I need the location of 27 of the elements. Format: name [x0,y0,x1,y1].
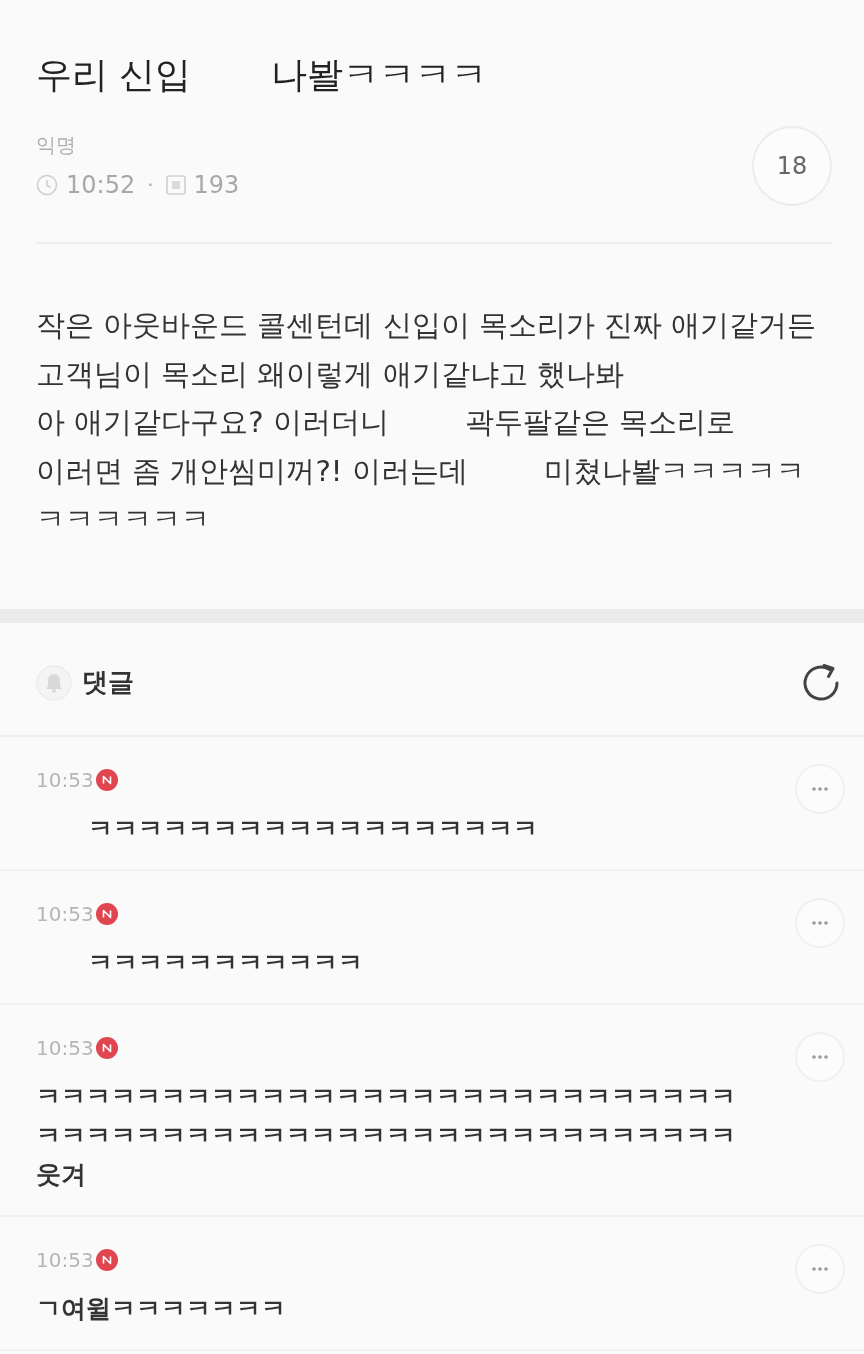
post-body: 작은 아웃바운드 콜센턴데 신입이 목소리가 진짜 애기같거든 고객님이 목소리 왜이렇게 애기같냐고 했나봐 아 애기같다구요? 이러더니 곽두팔같은 목소리로 이러면 좀 개안씸미꺼?! 이러는데 미쳤나봘ㅋㅋㅋㅋㅋ ㅋㅋㅋㅋㅋㅋ [36,307,817,538]
more-button[interactable] [795,897,845,948]
comment-time: 10:53 [36,766,94,794]
more-icon [812,1054,828,1059]
comment-time: 10:53 [36,1246,94,1274]
more-icon [812,786,828,791]
comment-text: ㄱ여윌ㅋㅋㅋㅋㅋㅋㅋ [36,1292,286,1325]
document-icon [165,175,186,195]
more-button[interactable] [795,763,845,814]
separator-dot: · [147,172,154,199]
comment-text: ㅋㅋㅋㅋㅋㅋㅋㅋㅋㅋㅋ [88,946,363,979]
comments-heading: 댓글 [82,666,134,699]
comment-time: 10:53 [36,900,94,928]
comment-text: ㅋㅋㅋㅋㅋㅋㅋㅋㅋㅋㅋㅋㅋㅋㅋㅋㅋㅋ [88,812,538,845]
post-time: 10:52 [66,170,136,201]
more-icon [812,920,828,925]
clock-icon [36,174,58,196]
more-icon [812,1266,828,1271]
more-button[interactable] [795,1243,845,1294]
comment-time: 10:53 [36,1034,94,1062]
comment-text: ㅋㅋㅋㅋㅋㅋㅋㅋㅋㅋㅋㅋㅋㅋㅋㅋㅋㅋㅋㅋㅋㅋㅋㅋㅋㅋㅋㅋ ㅋㅋㅋㅋㅋㅋㅋㅋㅋㅋㅋㅋㅋㅋㅋㅋㅋㅋㅋㅋㅋㅋㅋㅋㅋㅋㅋㅋ 웃겨 [36,1080,736,1191]
post-title: 우리 신입 나봘ㅋㅋㅋㅋ [36,53,488,97]
more-button[interactable] [795,1031,845,1082]
bell-icon [36,664,72,701]
author-name: 익명 [36,132,76,159]
count-button[interactable]: 18 [752,126,832,206]
view-count: 193 [193,170,240,201]
